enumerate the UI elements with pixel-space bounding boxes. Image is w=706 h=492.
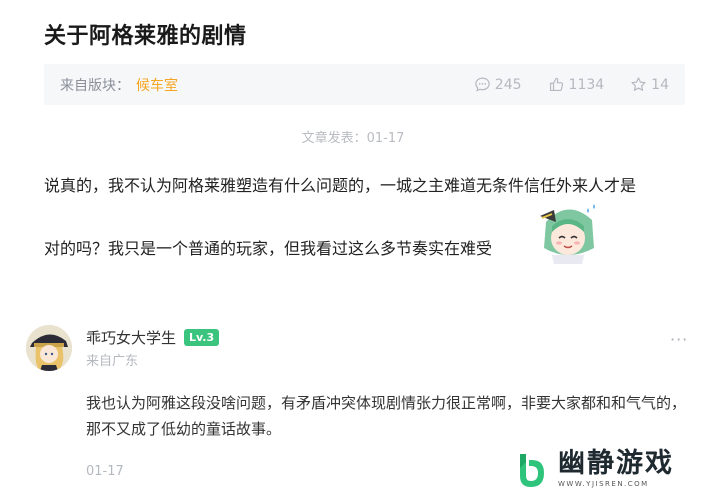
commenter-avatar[interactable] [26,325,72,371]
comment-text: 我也认为阿雅这段没啥问题，有矛盾冲突体现剧情张力很正常啊，非要大家都和和气气的，… [86,394,687,438]
section-link[interactable]: 候车室 [136,75,178,95]
commenter-location: 来自广东 [86,354,139,369]
favorite-count: 14 [651,76,669,93]
more-options-icon[interactable]: ··· [670,330,688,349]
post-body-line-2: 对的吗？我只是一个普通的玩家，但我看过这么多节奏实在难受 [44,239,493,258]
section-label: 来自版块： [60,77,130,94]
comment-date: 01-17 [86,464,124,479]
comment-count: 245 [494,76,522,93]
commenter-name[interactable]: 乖巧女大学生 [86,327,176,348]
like-count: 1134 [568,76,605,93]
post-title: 关于阿格莱雅的剧情 [44,24,247,49]
comment-count-button[interactable]: 245 [474,76,522,93]
brand-url: WWW.YJISREN.COM [558,479,649,488]
like-button[interactable]: 1134 [548,76,605,93]
brand-logo-icon [520,454,544,487]
avatar-image [26,325,72,371]
post-stats: 245 1134 14 [448,76,669,93]
commenter-info: 乖巧女大学生 Lv.3 [86,327,220,348]
post-body-line-1: 说真的，我不认为阿格莱雅塑造有什么问题的，一城之主难道无条件信任外来人才是 [44,176,637,195]
thumbs-up-icon [549,77,563,92]
publish-date: 文章发表：01-17 [301,131,405,146]
comment-bubble-icon [475,77,490,92]
star-icon [631,77,646,91]
brand-name: 幽静游戏 [558,447,674,479]
chibi-sticker-image [540,204,595,264]
site-watermark: 幽静游戏 WWW.YJISREN.COM [512,444,702,492]
post-meta-bar: 来自版块： 候车室 245 1134 14 [44,64,685,105]
favorite-button[interactable]: 14 [630,76,669,93]
level-badge: Lv.3 [184,329,220,346]
